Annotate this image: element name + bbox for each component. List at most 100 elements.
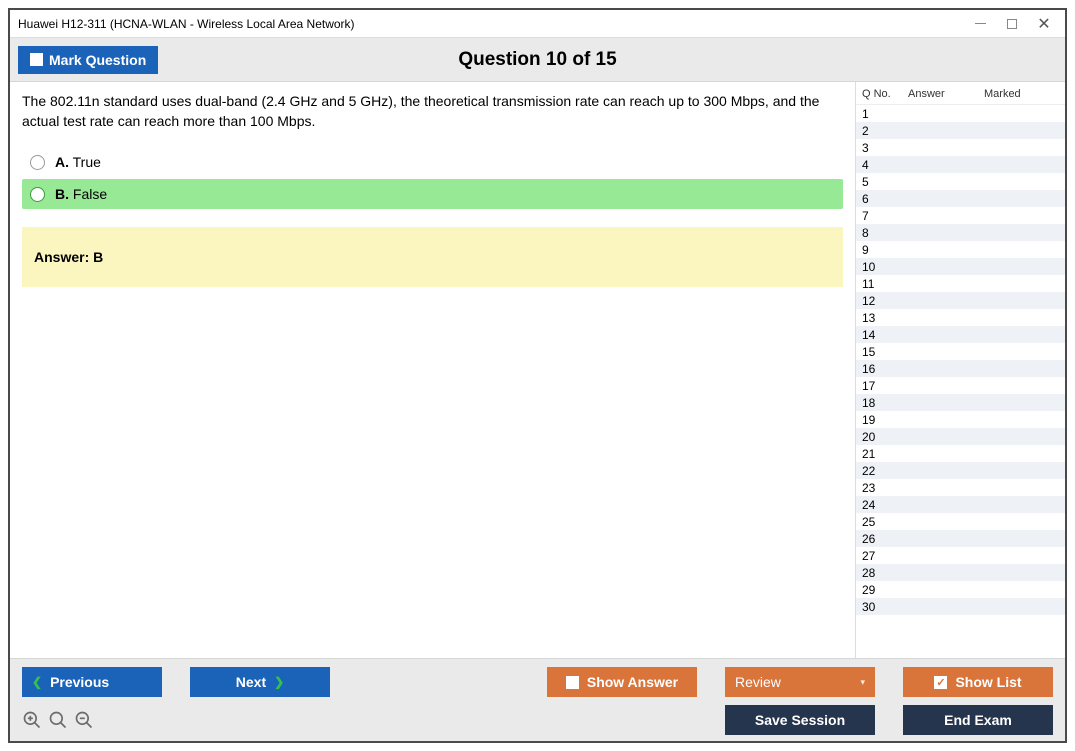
show-list-label: Show List — [955, 674, 1021, 690]
sidebar-row-num: 1 — [862, 107, 908, 121]
sidebar-row-num: 20 — [862, 430, 908, 444]
chevron-left-icon: ❮ — [32, 675, 42, 689]
sidebar-row[interactable]: 11 — [856, 275, 1065, 292]
sidebar-row[interactable]: 27 — [856, 547, 1065, 564]
sidebar-row[interactable]: 26 — [856, 530, 1065, 547]
sidebar-row-num: 28 — [862, 566, 908, 580]
window-title: Huawei H12-311 (HCNA-WLAN - Wireless Loc… — [18, 17, 355, 31]
sidebar-row[interactable]: 3 — [856, 139, 1065, 156]
col-answer-label: Answer — [908, 88, 984, 100]
sidebar-row-num: 24 — [862, 498, 908, 512]
sidebar-row[interactable]: 2 — [856, 122, 1065, 139]
chevron-down-icon: ▾ — [860, 677, 865, 688]
sidebar-row[interactable]: 22 — [856, 462, 1065, 479]
save-session-button[interactable]: Save Session — [725, 705, 875, 735]
sidebar-row[interactable]: 19 — [856, 411, 1065, 428]
mark-question-button[interactable]: Mark Question — [18, 46, 158, 74]
sidebar-row-num: 25 — [862, 515, 908, 529]
col-qno-label: Q No. — [862, 88, 908, 100]
sidebar-row-num: 4 — [862, 158, 908, 172]
option-label: B. False — [55, 186, 107, 202]
sidebar-row[interactable]: 10 — [856, 258, 1065, 275]
end-exam-button[interactable]: End Exam — [903, 705, 1053, 735]
sidebar-row[interactable]: 25 — [856, 513, 1065, 530]
sidebar-row-num: 9 — [862, 243, 908, 257]
radio-icon — [30, 187, 45, 202]
previous-button[interactable]: ❮ Previous — [22, 667, 162, 697]
sidebar-row-num: 6 — [862, 192, 908, 206]
sidebar-row[interactable]: 1 — [856, 105, 1065, 122]
sidebar-row[interactable]: 16 — [856, 360, 1065, 377]
bottom-row-2: Save Session End Exam — [22, 705, 1053, 735]
mark-question-label: Mark Question — [49, 52, 146, 68]
sidebar-row-num: 23 — [862, 481, 908, 495]
sidebar-list[interactable]: 1234567891011121314151617181920212223242… — [856, 105, 1065, 658]
sidebar-row[interactable]: 20 — [856, 428, 1065, 445]
sidebar-row[interactable]: 6 — [856, 190, 1065, 207]
sidebar-row-num: 18 — [862, 396, 908, 410]
question-counter: Question 10 of 15 — [458, 49, 616, 71]
show-list-button[interactable]: ✓ Show List — [903, 667, 1053, 697]
close-icon[interactable]: ✕ — [1037, 17, 1051, 31]
zoom-reset-icon[interactable] — [48, 710, 68, 730]
zoom-controls — [22, 710, 94, 730]
sidebar-row-num: 12 — [862, 294, 908, 308]
sidebar-row[interactable]: 8 — [856, 224, 1065, 241]
sidebar-row[interactable]: 13 — [856, 309, 1065, 326]
maximize-icon[interactable] — [1005, 17, 1019, 31]
sidebar-row[interactable]: 21 — [856, 445, 1065, 462]
sidebar-row[interactable]: 4 — [856, 156, 1065, 173]
sidebar-row[interactable]: 5 — [856, 173, 1065, 190]
radio-icon — [30, 155, 45, 170]
option-row[interactable]: B. False — [22, 179, 843, 209]
app-window: Huawei H12-311 (HCNA-WLAN - Wireless Loc… — [8, 8, 1067, 743]
sidebar-row[interactable]: 30 — [856, 598, 1065, 615]
sidebar-row[interactable]: 12 — [856, 292, 1065, 309]
zoom-in-icon[interactable] — [22, 710, 42, 730]
option-row[interactable]: A. True — [22, 147, 843, 177]
sidebar-row-num: 2 — [862, 124, 908, 138]
sidebar-row-num: 21 — [862, 447, 908, 461]
sidebar-row[interactable]: 28 — [856, 564, 1065, 581]
checkbox-icon — [30, 53, 43, 66]
sidebar-row[interactable]: 29 — [856, 581, 1065, 598]
bottombar: ❮ Previous Next ❯ Show Answer Review ▾ ✓… — [10, 658, 1065, 741]
answer-box: Answer: B — [22, 227, 843, 287]
sidebar-row[interactable]: 9 — [856, 241, 1065, 258]
sidebar-row-num: 3 — [862, 141, 908, 155]
review-label: Review — [735, 674, 781, 690]
show-answer-label: Show Answer — [587, 674, 678, 690]
sidebar-row-num: 17 — [862, 379, 908, 393]
sidebar-row-num: 19 — [862, 413, 908, 427]
question-panel: The 802.11n standard uses dual-band (2.4… — [10, 82, 855, 658]
question-list-sidebar: Q No. Answer Marked 12345678910111213141… — [855, 82, 1065, 658]
sidebar-row[interactable]: 14 — [856, 326, 1065, 343]
next-button[interactable]: Next ❯ — [190, 667, 330, 697]
show-answer-button[interactable]: Show Answer — [547, 667, 697, 697]
sidebar-row-num: 5 — [862, 175, 908, 189]
sidebar-row[interactable]: 17 — [856, 377, 1065, 394]
chevron-right-icon: ❯ — [274, 675, 284, 689]
sidebar-row-num: 15 — [862, 345, 908, 359]
sidebar-row-num: 7 — [862, 209, 908, 223]
end-exam-label: End Exam — [944, 712, 1012, 728]
checkbox-checked-icon: ✓ — [934, 676, 947, 689]
sidebar-row-num: 16 — [862, 362, 908, 376]
zoom-out-icon[interactable] — [74, 710, 94, 730]
sidebar-row[interactable]: 18 — [856, 394, 1065, 411]
sidebar-row[interactable]: 24 — [856, 496, 1065, 513]
sidebar-row-num: 13 — [862, 311, 908, 325]
minimize-icon[interactable] — [973, 17, 987, 31]
sidebar-row[interactable]: 7 — [856, 207, 1065, 224]
option-label: A. True — [55, 154, 101, 170]
sidebar-row-num: 27 — [862, 549, 908, 563]
sidebar-row-num: 26 — [862, 532, 908, 546]
sidebar-row[interactable]: 15 — [856, 343, 1065, 360]
review-button[interactable]: Review ▾ — [725, 667, 875, 697]
col-marked-label: Marked — [984, 88, 1061, 100]
topbar: Mark Question Question 10 of 15 — [10, 38, 1065, 82]
next-label: Next — [236, 674, 266, 690]
sidebar-row[interactable]: 23 — [856, 479, 1065, 496]
sidebar-header: Q No. Answer Marked — [856, 82, 1065, 105]
sidebar-row-num: 22 — [862, 464, 908, 478]
